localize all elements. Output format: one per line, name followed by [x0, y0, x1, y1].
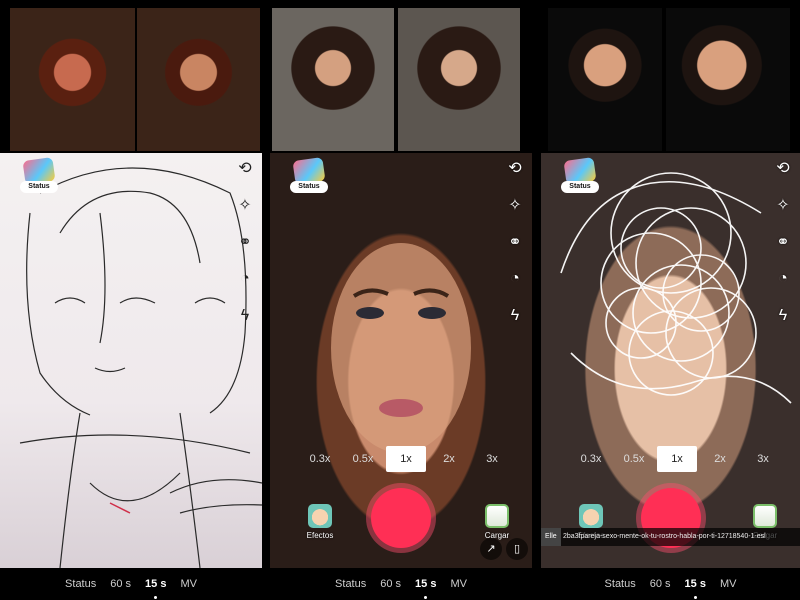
camera-tools: ⟲ ✧ ⚭ ◔ ϟ	[772, 157, 794, 342]
status-label: Status	[290, 181, 328, 193]
flip-camera-icon[interactable]: ⟲	[772, 157, 794, 179]
upload-icon	[753, 504, 777, 528]
camera-tools: ⟲ ✧ ⚭ ◔ ϟ	[234, 157, 256, 342]
magic-wand-off-icon[interactable]: ✧	[772, 194, 794, 216]
nav-60s[interactable]: 60 s	[650, 578, 671, 590]
thumbnail-strip	[0, 0, 800, 153]
status-badge[interactable]: Status	[20, 157, 58, 193]
nav-60s[interactable]: 60 s	[380, 578, 401, 590]
zoom-3x[interactable]: 3x	[472, 446, 512, 472]
flip-camera-icon[interactable]: ⟲	[234, 157, 256, 179]
share-icon[interactable]: ↗	[480, 538, 502, 560]
nav-mv[interactable]: MV	[720, 578, 737, 590]
effects-button[interactable]: Efectos	[295, 504, 345, 540]
overlay-icons: ↗ ▯	[480, 538, 528, 560]
nav-15s[interactable]: 15 s	[415, 578, 436, 599]
upload-icon	[485, 504, 509, 528]
zoom-2x[interactable]: 2x	[700, 446, 740, 472]
nav-mv[interactable]: MV	[180, 578, 197, 590]
status-label: Status	[561, 181, 599, 193]
mode-nav: Status 60 s 15 s MV	[541, 568, 800, 600]
nav-60s[interactable]: 60 s	[110, 578, 131, 590]
zoom-0-3x[interactable]: 0.3x	[571, 446, 611, 472]
filters-icon[interactable]: ⚭	[772, 231, 794, 253]
nav-mv[interactable]: MV	[450, 578, 467, 590]
effects-icon	[579, 504, 603, 528]
zoom-0-3x[interactable]: 0.3x	[300, 446, 340, 472]
thumbnail-before-3	[548, 8, 662, 151]
zoom-2x[interactable]: 2x	[429, 446, 469, 472]
nav-15s[interactable]: 15 s	[145, 578, 166, 599]
line-art-illustration	[19, 167, 262, 568]
flash-off-icon[interactable]: ϟ	[772, 305, 794, 327]
nav-status[interactable]: Status	[65, 578, 96, 590]
thumbnail-after-1	[137, 8, 260, 151]
flip-camera-icon[interactable]: ⟲	[504, 157, 526, 179]
timer-3-icon[interactable]: ◔	[772, 268, 794, 290]
zoom-1x[interactable]: 1x	[657, 446, 697, 472]
camera-panel-1: Status ⟲ ✧ ⚭ ◔ ϟ Status 60 s 15 s MV	[0, 153, 262, 600]
camera-panel-3: Status ⟲ ✧ ⚭ ◔ ϟ 0.3x 0.5x 1x 2x 3x Efec…	[541, 153, 800, 600]
mode-nav: Status 60 s 15 s MV	[270, 568, 532, 600]
camera-preview	[0, 153, 262, 568]
status-badge[interactable]: Status	[290, 157, 328, 193]
flash-off-icon[interactable]: ϟ	[234, 305, 256, 327]
flash-off-icon[interactable]: ϟ	[504, 305, 526, 327]
effects-label: Efectos	[306, 531, 334, 540]
record-button[interactable]	[371, 488, 431, 548]
bookmark-icon[interactable]: ▯	[506, 538, 528, 560]
mode-nav: Status 60 s 15 s MV	[0, 568, 262, 600]
timer-3-icon[interactable]: ◔	[234, 268, 256, 290]
video-caption: 2ba3fpareja-sexo-mente-ok-tu-rostro-habl…	[541, 528, 800, 546]
zoom-1x[interactable]: 1x	[386, 446, 426, 472]
filters-icon[interactable]: ⚭	[234, 231, 256, 253]
zoom-0-5x[interactable]: 0.5x	[343, 446, 383, 472]
zoom-selector: 0.3x 0.5x 1x 2x 3x	[300, 445, 512, 473]
nav-status[interactable]: Status	[605, 578, 636, 590]
thumbnail-after-3	[666, 8, 790, 151]
caption-prefix: Elle	[541, 528, 561, 546]
camera-tools: ⟲ ✧ ⚭ ◔ ϟ	[504, 157, 526, 342]
camera-panel-2: Status ⟲ ✧ ⚭ ◔ ϟ 0.3x 0.5x 1x 2x 3x Efec…	[270, 153, 532, 600]
thumbnail-before-2	[272, 8, 394, 151]
effects-icon	[308, 504, 332, 528]
nav-status[interactable]: Status	[335, 578, 366, 590]
magic-wand-off-icon[interactable]: ✧	[504, 194, 526, 216]
zoom-0-5x[interactable]: 0.5x	[614, 446, 654, 472]
zoom-3x[interactable]: 3x	[743, 446, 783, 472]
filters-icon[interactable]: ⚭	[504, 231, 526, 253]
upload-button[interactable]: Cargar	[472, 504, 522, 540]
status-label: Status	[20, 181, 58, 193]
magic-wand-off-icon[interactable]: ✧	[234, 194, 256, 216]
zoom-selector: 0.3x 0.5x 1x 2x 3x	[571, 445, 783, 473]
timer-3-icon[interactable]: ◔	[504, 268, 526, 290]
status-badge[interactable]: Status	[561, 157, 599, 193]
nav-15s[interactable]: 15 s	[685, 578, 706, 599]
thumbnail-before-1	[10, 8, 135, 151]
thumbnail-after-2	[398, 8, 520, 151]
